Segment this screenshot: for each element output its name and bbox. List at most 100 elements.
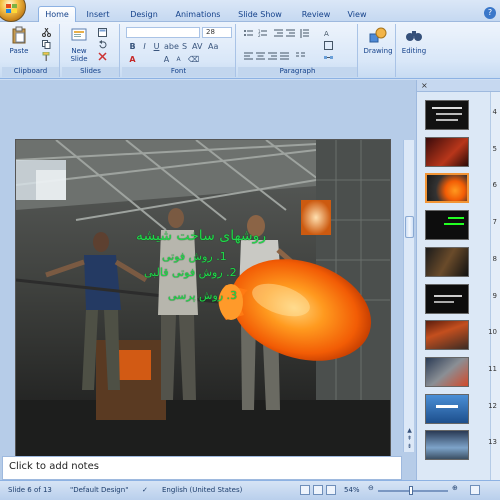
layout-icon[interactable] (98, 28, 107, 37)
slide-thumbnail[interactable]: 8 (425, 247, 497, 277)
slide-sorter-view-button[interactable] (313, 485, 323, 495)
clipboard-group-label: Clipboard (2, 67, 59, 77)
paragraph-group: 12 A Paragraph (238, 24, 358, 77)
normal-view-button[interactable] (300, 485, 310, 495)
slide-thumbnail[interactable]: 9 (425, 284, 497, 314)
underline-button[interactable]: U (152, 42, 161, 51)
help-icon[interactable]: ? (484, 7, 496, 19)
tab-design[interactable]: Design (124, 8, 164, 22)
current-slide[interactable]: روشهای ساخت شیشه 1. روش فوتی 2. روش فوتی… (15, 139, 391, 475)
svg-text:2: 2 (258, 33, 261, 38)
font-group-label: Font (122, 67, 235, 77)
bullets-icon[interactable] (244, 29, 253, 38)
reset-icon[interactable] (98, 40, 107, 49)
paragraph-group-label: Paragraph (238, 67, 357, 77)
format-painter-icon[interactable] (42, 52, 51, 61)
justify-icon[interactable] (280, 52, 289, 61)
shrink-font-button[interactable]: A (174, 55, 183, 64)
slide-thumbnail[interactable]: 11 (425, 357, 497, 387)
spell-check-icon[interactable]: ✓ (142, 486, 148, 494)
slides-pane: × 4 5 6 7 8 9 10 11 12 13 (416, 80, 500, 480)
slide-thumbnail[interactable]: 7 (425, 210, 497, 240)
clear-formatting-button[interactable]: ⌫ (188, 55, 199, 64)
tab-view[interactable]: View (342, 8, 372, 22)
slide-editing-area: روشهای ساخت شیشه 1. روش فوتی 2. روش فوتی… (0, 80, 416, 480)
clipboard-group: Paste Clipboard (2, 24, 60, 77)
binoculars-icon (406, 31, 422, 41)
new-slide-icon (71, 28, 87, 41)
align-left-icon[interactable] (244, 52, 253, 61)
zoom-slider[interactable] (378, 490, 448, 492)
line-spacing-icon[interactable] (300, 29, 309, 38)
slide-thumbnail[interactable]: 4 (425, 100, 497, 130)
font-color-button[interactable]: A (128, 55, 137, 64)
editing-group: Editing (396, 24, 432, 77)
slide-thumbnail[interactable]: 5 (425, 137, 497, 167)
zoom-level[interactable]: 54% (344, 486, 360, 494)
notes-pane[interactable]: Click to add notes (2, 456, 402, 480)
slide-thumbnail-selected[interactable]: 6 (425, 173, 497, 203)
theme-name: "Default Design" (70, 486, 129, 494)
increase-indent-icon[interactable] (286, 29, 295, 38)
tab-review[interactable]: Review (296, 8, 336, 22)
scrollbar-thumb[interactable] (405, 216, 414, 238)
zoom-slider-thumb[interactable] (409, 486, 413, 495)
slide-title: روشهای ساخت شیشه (136, 228, 267, 244)
ribbon-tab-bar: Home Insert Design Animations Slide Show… (0, 0, 500, 23)
align-right-icon[interactable] (268, 52, 277, 61)
paste-button[interactable]: Paste (8, 26, 30, 55)
status-bar: Slide 6 of 13 "Default Design" ✓ English… (0, 480, 500, 500)
zoom-out-icon[interactable]: ⊖ (368, 484, 374, 492)
slide-thumbnail[interactable]: 13 (425, 430, 497, 460)
char-spacing-button[interactable]: AV (192, 42, 202, 51)
align-center-icon[interactable] (256, 52, 265, 61)
tab-slide-show[interactable]: Slide Show (234, 8, 286, 22)
slide-show-view-button[interactable] (326, 485, 336, 495)
slide-counter: Slide 6 of 13 (8, 486, 52, 494)
slide-vertical-scrollbar[interactable]: ▲ ⇞ ⇟ (403, 140, 414, 452)
next-slide-icon[interactable]: ⇟ (405, 442, 414, 451)
slides-group-label: Slides (62, 67, 119, 77)
editing-button[interactable]: Editing (398, 26, 430, 55)
columns-icon[interactable] (296, 52, 305, 61)
slides-pane-tabs: × (417, 80, 500, 92)
text-direction-icon[interactable]: A (324, 29, 333, 38)
slide-thumbnail[interactable]: 12 (425, 394, 497, 424)
strikethrough-button[interactable]: abe (164, 42, 179, 51)
grow-font-button[interactable]: A (162, 55, 171, 64)
change-case-button[interactable]: Aa (208, 42, 218, 51)
font-group: 28 B I U abe S AV Aa A A A ⌫ Font (122, 24, 236, 77)
language-indicator[interactable]: English (United States) (162, 486, 242, 494)
tab-home[interactable]: Home (38, 6, 76, 23)
office-logo-icon (6, 4, 18, 14)
drawing-group: Drawing (360, 24, 396, 77)
shadow-button[interactable]: S (180, 42, 189, 51)
slide-bullet-3: 3. روش پرسی (168, 289, 238, 302)
close-icon[interactable]: × (421, 81, 428, 90)
delete-slide-icon[interactable] (98, 52, 107, 61)
shapes-icon (369, 27, 387, 43)
copy-icon[interactable] (42, 40, 51, 49)
smartart-icon[interactable] (324, 53, 333, 62)
zoom-in-icon[interactable]: ⊕ (452, 484, 458, 492)
tab-animations[interactable]: Animations (170, 8, 226, 22)
decrease-indent-icon[interactable] (274, 29, 283, 38)
numbering-icon[interactable]: 12 (258, 29, 267, 38)
ribbon: Paste Clipboard New Slide Slides 28 B I … (0, 22, 500, 79)
slide-photo (16, 140, 390, 474)
align-text-icon[interactable] (324, 41, 333, 50)
slide-bullet-1: 1. روش فوتی (162, 250, 227, 263)
new-slide-button[interactable]: New Slide (66, 26, 92, 63)
font-name-dropdown[interactable] (126, 27, 200, 38)
italic-button[interactable]: I (140, 42, 149, 51)
fit-to-window-button[interactable] (470, 485, 480, 495)
font-size-dropdown[interactable]: 28 (202, 27, 232, 38)
bold-button[interactable]: B (128, 42, 137, 51)
slide-thumbnail[interactable]: 10 (425, 320, 497, 350)
drawing-button[interactable]: Drawing (362, 26, 394, 55)
cut-icon[interactable] (42, 28, 51, 37)
tab-insert[interactable]: Insert (80, 8, 116, 22)
slide-bullet-2: 2. روش فوتی قالبی (144, 266, 237, 279)
svg-text:A: A (324, 30, 329, 38)
clipboard-icon (12, 26, 26, 44)
